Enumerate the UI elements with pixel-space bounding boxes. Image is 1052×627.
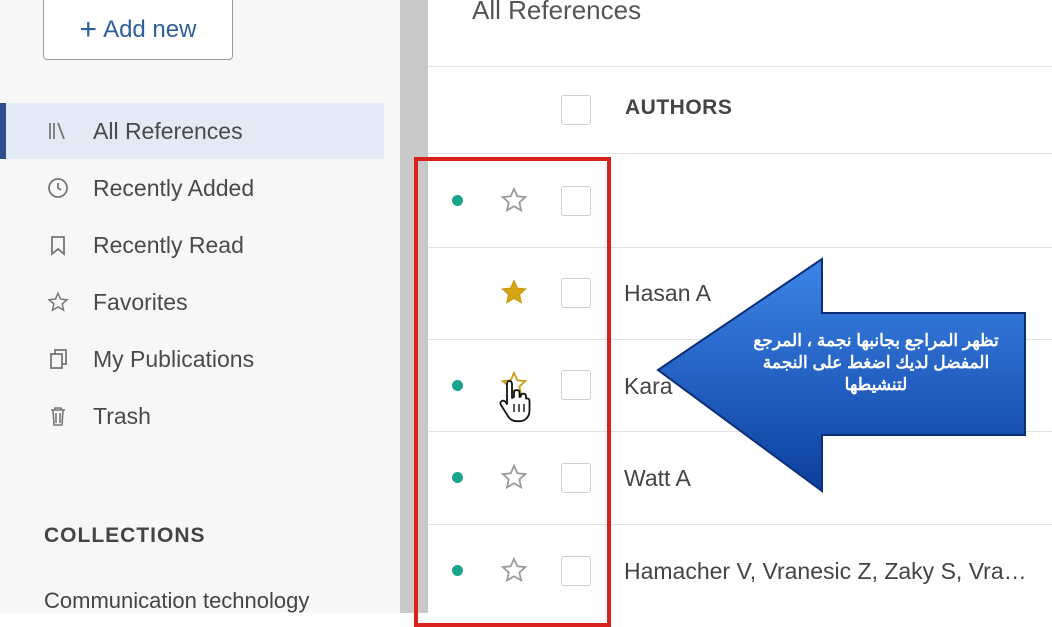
select-all-checkbox[interactable] (561, 95, 591, 125)
bookmark-icon (46, 233, 70, 257)
trash-icon (46, 404, 70, 428)
sidebar-item-recently-added[interactable]: Recently Added (0, 160, 384, 216)
sidebar-item-label: Recently Added (93, 174, 255, 201)
star-icon (46, 290, 70, 314)
library-icon (46, 119, 70, 143)
collection-item[interactable]: Communication technology (44, 588, 309, 614)
callout-text: تظهر المراجع بجانبها نجمة ، المرجع المفض… (753, 331, 999, 394)
sidebar-item-label: Recently Read (93, 231, 244, 258)
page-title: All References (472, 0, 642, 25)
sidebar-item-label: Trash (93, 402, 151, 429)
sidebar-item-recently-read[interactable]: Recently Read (0, 217, 384, 273)
publications-icon (46, 347, 70, 371)
sidebar: + Add new All References Recently Added … (0, 0, 400, 613)
author-cell: Hamacher V, Vranesic Z, Zaky S, Vra… (624, 558, 1027, 584)
sidebar-item-trash[interactable]: Trash (0, 388, 384, 444)
clock-icon (46, 176, 70, 200)
sidebar-item-label: Favorites (93, 288, 188, 315)
sidebar-item-label: All References (93, 117, 243, 144)
sidebar-item-label: My Publications (93, 345, 255, 372)
header-divider (428, 66, 1052, 67)
sidebar-item-favorites[interactable]: Favorites (0, 274, 384, 330)
sidebar-item-my-publications[interactable]: My Publications (0, 331, 384, 387)
add-new-button[interactable]: + Add new (43, 0, 233, 60)
header-divider (428, 153, 1052, 154)
collections-heading: COLLECTIONS (44, 524, 206, 547)
plus-icon: + (79, 12, 98, 46)
sidebar-item-all-references[interactable]: All References (0, 103, 384, 159)
hand-pointer-icon (499, 380, 531, 423)
add-new-label: Add new (103, 15, 197, 43)
authors-column-header[interactable]: AUTHORS (625, 96, 732, 120)
